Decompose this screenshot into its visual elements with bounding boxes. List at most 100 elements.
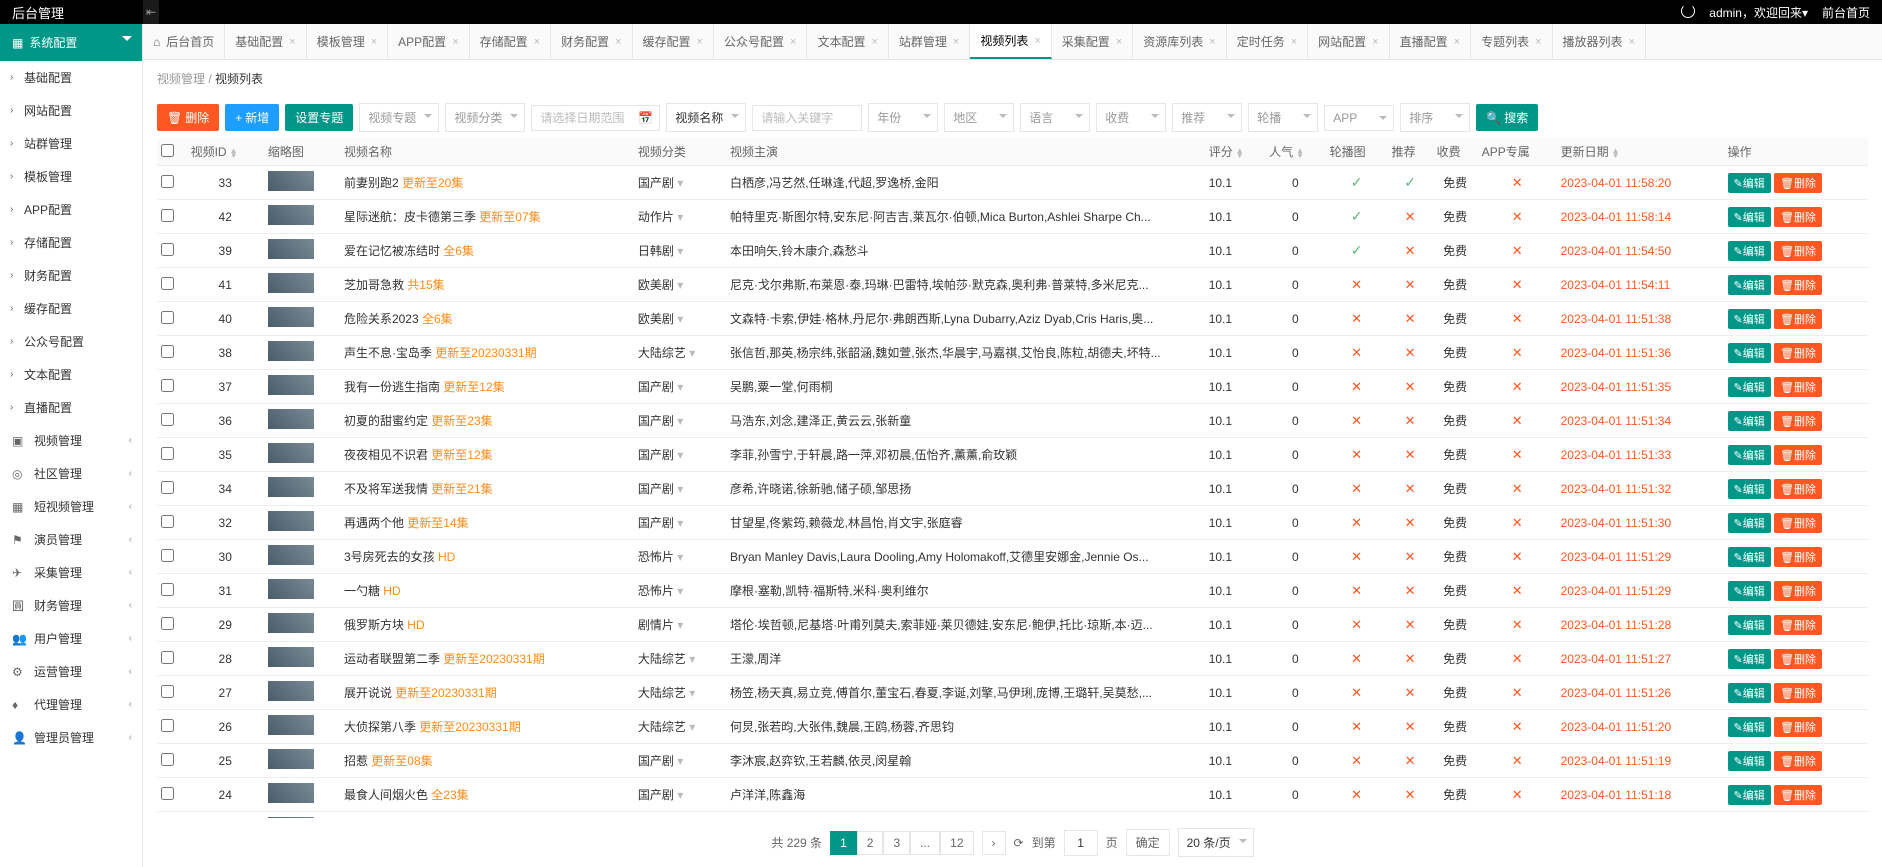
close-icon[interactable]: × xyxy=(1034,35,1040,47)
edit-button[interactable]: ✎编辑 xyxy=(1728,683,1771,703)
close-icon[interactable]: × xyxy=(1209,36,1215,48)
tab[interactable]: 缓存配置× xyxy=(633,24,714,59)
edit-button[interactable]: ✎编辑 xyxy=(1728,173,1771,193)
sidebar-item[interactable]: 👤管理员管理‹ xyxy=(0,721,142,754)
edit-button[interactable]: ✎编辑 xyxy=(1728,241,1771,261)
sidebar-head-system[interactable]: ▦ 系统配置 xyxy=(0,24,142,61)
close-icon[interactable]: × xyxy=(697,36,703,48)
sidebar-sub-item[interactable]: ›APP配置 xyxy=(0,193,142,226)
sort-icon[interactable]: ▲▼ xyxy=(230,148,238,158)
edit-button[interactable]: ✎编辑 xyxy=(1728,275,1771,295)
delete-button[interactable]: 🗑删除 xyxy=(1774,717,1822,737)
sort-icon[interactable]: ▲▼ xyxy=(1612,148,1620,158)
row-select[interactable] xyxy=(161,651,174,664)
sidebar-sub-item[interactable]: ›缓存配置 xyxy=(0,292,142,325)
filter-fee[interactable]: 收费 xyxy=(1096,103,1166,132)
search-button[interactable]: 🔍搜索 xyxy=(1476,104,1538,131)
delete-button[interactable]: 🗑删除 xyxy=(1774,615,1822,635)
sort-icon[interactable]: ▲▼ xyxy=(1296,148,1304,158)
sidebar-sub-item[interactable]: ›公众号配置 xyxy=(0,325,142,358)
delete-button[interactable]: 🗑删除 xyxy=(1774,207,1822,227)
row-select[interactable] xyxy=(161,685,174,698)
front-link[interactable]: 前台首页 xyxy=(1822,4,1870,21)
close-icon[interactable]: × xyxy=(289,36,295,48)
close-icon[interactable]: × xyxy=(1372,36,1378,48)
select-all[interactable] xyxy=(161,144,174,157)
edit-button[interactable]: ✎编辑 xyxy=(1728,581,1771,601)
row-select[interactable] xyxy=(161,175,174,188)
edit-button[interactable]: ✎编辑 xyxy=(1728,785,1771,805)
delete-button[interactable]: 🗑删除 xyxy=(1774,241,1822,261)
sidebar-sub-item[interactable]: ›存储配置 xyxy=(0,226,142,259)
filter-rec[interactable]: 推荐 xyxy=(1172,103,1242,132)
sidebar-sub-item[interactable]: ›模板管理 xyxy=(0,160,142,193)
delete-button[interactable]: 🗑删除 xyxy=(1774,751,1822,771)
filter-year[interactable]: 年份 xyxy=(868,103,938,132)
close-icon[interactable]: × xyxy=(371,36,377,48)
calendar-icon[interactable]: 📅 xyxy=(632,111,659,125)
pager-goto-input[interactable] xyxy=(1064,830,1098,856)
delete-button[interactable]: 🗑删除 xyxy=(1774,547,1822,567)
tab[interactable]: 播放器列表× xyxy=(1553,24,1646,59)
sidebar-sub-item[interactable]: ›文本配置 xyxy=(0,358,142,391)
refresh-icon[interactable] xyxy=(1681,4,1695,21)
edit-button[interactable]: ✎编辑 xyxy=(1728,207,1771,227)
row-select[interactable] xyxy=(161,617,174,630)
row-select[interactable] xyxy=(161,413,174,426)
sidebar-item[interactable]: ♦代理管理‹ xyxy=(0,688,142,721)
filter-app[interactable]: APP xyxy=(1324,105,1394,131)
tab[interactable]: APP配置× xyxy=(388,24,469,59)
tab[interactable]: 定时任务× xyxy=(1227,24,1308,59)
sidebar-sub-item[interactable]: ›站群管理 xyxy=(0,127,142,160)
edit-button[interactable]: ✎编辑 xyxy=(1728,343,1771,363)
sidebar-sub-item[interactable]: ›基础配置 xyxy=(0,61,142,94)
filter-date[interactable] xyxy=(532,106,632,130)
delete-button[interactable]: 🗑删除 xyxy=(1774,513,1822,533)
edit-button[interactable]: ✎编辑 xyxy=(1728,615,1771,635)
tab[interactable]: 资源库列表× xyxy=(1133,24,1226,59)
pager-page[interactable]: 12 xyxy=(940,831,973,855)
delete-button[interactable]: 🗑删除 xyxy=(157,104,219,131)
delete-button[interactable]: 🗑删除 xyxy=(1774,343,1822,363)
pager-page[interactable]: 1 xyxy=(830,831,857,855)
edit-button[interactable]: ✎编辑 xyxy=(1728,445,1771,465)
tab[interactable]: 基础配置× xyxy=(225,24,306,59)
row-select[interactable] xyxy=(161,481,174,494)
sidebar-item[interactable]: ⚑演员管理‹ xyxy=(0,523,142,556)
edit-button[interactable]: ✎编辑 xyxy=(1728,309,1771,329)
filter-lang[interactable]: 语言 xyxy=(1020,103,1090,132)
edit-button[interactable]: ✎编辑 xyxy=(1728,513,1771,533)
delete-button[interactable]: 🗑删除 xyxy=(1774,377,1822,397)
row-select[interactable] xyxy=(161,447,174,460)
row-select[interactable] xyxy=(161,787,174,800)
filter-carousel[interactable]: 轮播 xyxy=(1248,103,1318,132)
edit-button[interactable]: ✎编辑 xyxy=(1728,377,1771,397)
row-select[interactable] xyxy=(161,583,174,596)
edit-button[interactable]: ✎编辑 xyxy=(1728,649,1771,669)
row-select[interactable] xyxy=(161,549,174,562)
row-select[interactable] xyxy=(161,277,174,290)
edit-button[interactable]: ✎编辑 xyxy=(1728,751,1771,771)
pager-page[interactable]: ... xyxy=(910,831,940,855)
add-button[interactable]: +新增 xyxy=(225,104,279,131)
row-select[interactable] xyxy=(161,719,174,732)
delete-button[interactable]: 🗑删除 xyxy=(1774,411,1822,431)
sidebar-item[interactable]: 圓财务管理‹ xyxy=(0,589,142,622)
row-select[interactable] xyxy=(161,345,174,358)
topic-button[interactable]: 设置专题 xyxy=(285,104,353,131)
pager-next[interactable]: › xyxy=(982,831,1006,855)
sidebar-item[interactable]: ⚙运营管理‹ xyxy=(0,655,142,688)
filter-keyword[interactable] xyxy=(752,105,862,131)
pager-confirm[interactable]: 确定 xyxy=(1126,829,1170,856)
filter-sort[interactable]: 排序 xyxy=(1400,103,1470,132)
sidebar-item[interactable]: ▣视频管理‹ xyxy=(0,424,142,457)
sidebar-item[interactable]: ✈采集管理‹ xyxy=(0,556,142,589)
close-icon[interactable]: × xyxy=(871,36,877,48)
delete-button[interactable]: 🗑删除 xyxy=(1774,173,1822,193)
filter-category[interactable]: 视频分类 xyxy=(445,103,525,132)
sidebar-toggle[interactable]: ⇤ xyxy=(143,0,159,24)
tab[interactable]: 站群管理× xyxy=(889,24,970,59)
sidebar-item[interactable]: 👥用户管理‹ xyxy=(0,622,142,655)
tab[interactable]: 存储配置× xyxy=(470,24,551,59)
edit-button[interactable]: ✎编辑 xyxy=(1728,411,1771,431)
